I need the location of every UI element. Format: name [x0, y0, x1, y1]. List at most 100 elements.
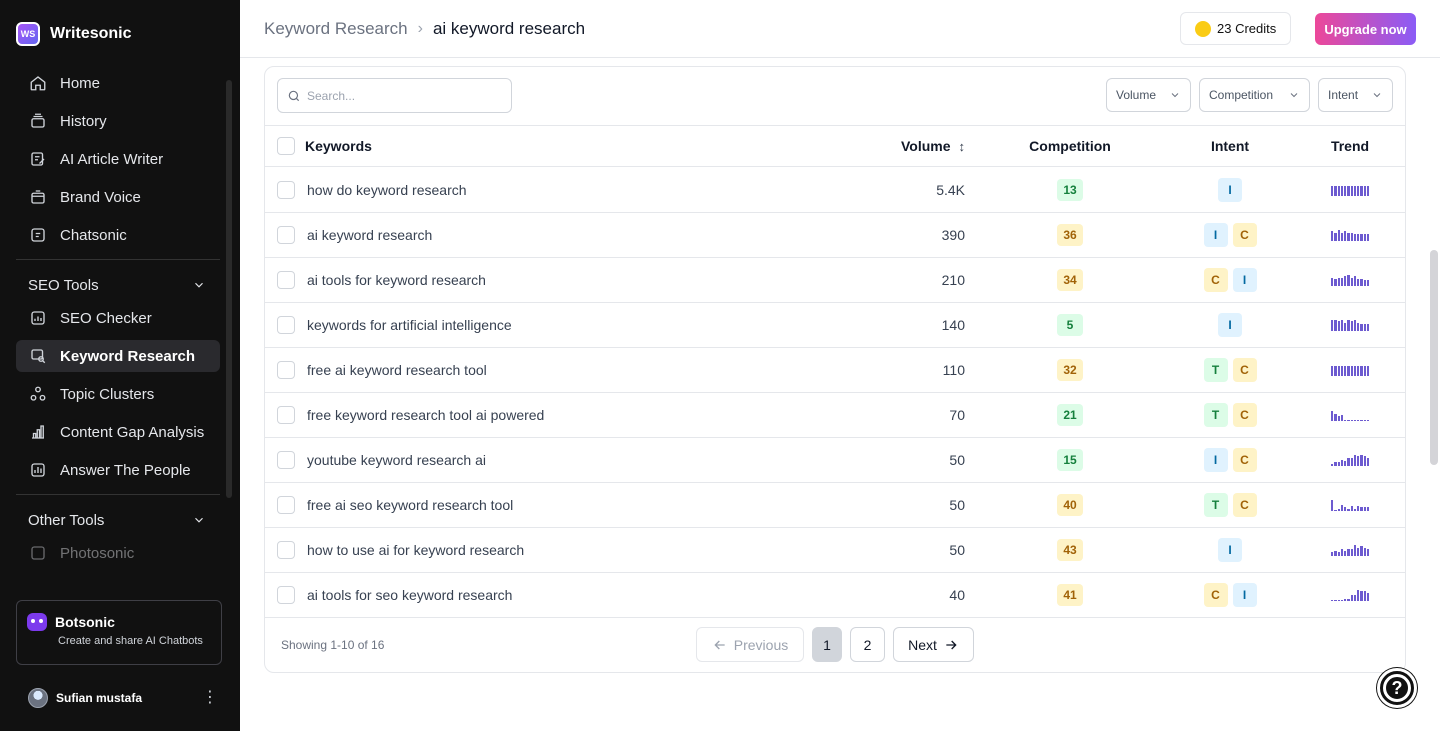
search-input[interactable]: [307, 88, 497, 103]
trend-bar: [1344, 186, 1347, 196]
keyword-cell[interactable]: free ai seo keyword research tool: [307, 483, 513, 527]
help-button[interactable]: ?: [1377, 668, 1417, 708]
coin-icon: [1195, 20, 1211, 37]
table-row[interactable]: youtube keyword research ai 50 15 IC: [265, 438, 1405, 483]
keyword-cell[interactable]: ai keyword research: [307, 213, 432, 257]
other-tools-section-toggle[interactable]: Other Tools: [16, 503, 220, 537]
table-row[interactable]: keywords for artificial intelligence 140…: [265, 303, 1405, 348]
sidebar-item-topic-clusters[interactable]: Topic Clusters: [16, 378, 220, 410]
intent-cell: I: [1180, 528, 1280, 572]
sidebar-item-photosonic[interactable]: Photosonic: [16, 537, 220, 569]
table-row[interactable]: how do keyword research 5.4K 13 I: [265, 168, 1405, 213]
table-header: Keywords Volume ↕ Competition Intent Tre…: [265, 125, 1405, 167]
page-1-button[interactable]: 1: [812, 627, 842, 662]
breadcrumb-parent[interactable]: Keyword Research: [264, 19, 408, 39]
volume-filter-dropdown[interactable]: Volume: [1106, 78, 1191, 112]
table-row[interactable]: free ai keyword research tool 110 32 TC: [265, 348, 1405, 393]
row-checkbox[interactable]: [277, 586, 295, 604]
sidebar-item-ai-article-writer[interactable]: AI Article Writer: [16, 143, 220, 175]
sidebar-item-answer-the-people[interactable]: Answer The People: [16, 454, 220, 486]
volume-cell: 110: [942, 362, 965, 378]
trend-sparkline: [1331, 274, 1369, 286]
next-page-button[interactable]: Next: [893, 627, 974, 662]
trend-bar: [1350, 595, 1353, 601]
competition-cell: 43: [1020, 528, 1120, 572]
intent-filter-dropdown[interactable]: Intent: [1318, 78, 1393, 112]
table-row[interactable]: ai keyword research 390 36 IC: [265, 213, 1405, 258]
top-header: Keyword Research › ai keyword research 2…: [240, 0, 1440, 58]
row-checkbox[interactable]: [277, 496, 295, 514]
competition-badge: 32: [1057, 359, 1083, 381]
table-row[interactable]: ai tools for seo keyword research 40 41 …: [265, 573, 1405, 618]
botsonic-card[interactable]: Botsonic Create and share AI Chatbots: [16, 600, 222, 665]
page-scrollbar[interactable]: [1430, 250, 1438, 465]
keyword-research-icon: [28, 346, 48, 366]
trend-bar: [1366, 186, 1369, 196]
chevron-down-icon: [1290, 93, 1298, 98]
row-checkbox[interactable]: [277, 541, 295, 559]
table-row[interactable]: free keyword research tool ai powered 70…: [265, 393, 1405, 438]
trend-bar: [1360, 366, 1363, 376]
trend-bar: [1357, 186, 1360, 196]
credits-button[interactable]: 23 Credits: [1180, 12, 1291, 45]
intent-badge: C: [1232, 358, 1257, 382]
seo-tools-section-toggle[interactable]: SEO Tools: [16, 268, 220, 302]
row-select-cell: [277, 213, 295, 257]
trend-bar: [1334, 599, 1337, 601]
sidebar-divider: [16, 259, 220, 260]
trend-cell: [1300, 348, 1400, 392]
trend-bar: [1357, 419, 1360, 421]
intent-cell: IC: [1180, 213, 1280, 257]
sidebar-item-keyword-research[interactable]: Keyword Research: [16, 340, 220, 372]
row-checkbox[interactable]: [277, 181, 295, 199]
chevron-down-icon: [195, 282, 203, 288]
keyword-cell[interactable]: how do keyword research: [307, 168, 467, 212]
topic-clusters-icon: [28, 384, 48, 404]
intent-cell: TC: [1180, 348, 1280, 392]
table-row[interactable]: how to use ai for keyword research 50 43…: [265, 528, 1405, 573]
keyword-cell[interactable]: youtube keyword research ai: [307, 438, 486, 482]
trend-bar: [1363, 507, 1366, 511]
sidebar-item-chatsonic[interactable]: Chatsonic: [16, 219, 220, 251]
keyword-cell[interactable]: free keyword research tool ai powered: [307, 393, 544, 437]
select-all-checkbox[interactable]: [277, 137, 295, 155]
sidebar-divider: [16, 494, 220, 495]
previous-page-button[interactable]: Previous: [696, 627, 804, 662]
table-row[interactable]: free ai seo keyword research tool 50 40 …: [265, 483, 1405, 528]
brand[interactable]: WS Writesonic: [16, 22, 132, 46]
table-row[interactable]: ai tools for keyword research 210 34 CI: [265, 258, 1405, 303]
answer-people-icon: [28, 460, 48, 480]
intent-badge: I: [1203, 448, 1228, 472]
sidebar-item-home[interactable]: Home: [16, 67, 220, 99]
competition-filter-dropdown[interactable]: Competition: [1199, 78, 1310, 112]
sidebar-item-label: Topic Clusters: [60, 385, 155, 403]
intent-badge: I: [1218, 538, 1242, 562]
keyword-cell[interactable]: keywords for artificial intelligence: [307, 303, 512, 347]
intent-badge: I: [1218, 178, 1242, 202]
sidebar-item-content-gap-analysis[interactable]: Content Gap Analysis: [16, 416, 220, 448]
keyword-cell[interactable]: free ai keyword research tool: [307, 348, 487, 392]
sidebar-item-history[interactable]: History: [16, 105, 220, 137]
row-checkbox[interactable]: [277, 406, 295, 424]
intent-badge: C: [1232, 223, 1257, 247]
row-checkbox[interactable]: [277, 451, 295, 469]
sidebar-item-seo-checker[interactable]: SEO Checker: [16, 302, 220, 334]
keyword-cell[interactable]: ai tools for seo keyword research: [307, 573, 512, 617]
upgrade-button[interactable]: Upgrade now: [1315, 13, 1416, 45]
row-checkbox[interactable]: [277, 316, 295, 334]
header-volume: Volume: [900, 138, 951, 154]
sidebar-item-brand-voice[interactable]: Brand Voice: [16, 181, 220, 213]
user-profile[interactable]: Sufian mustafa ⋮: [28, 688, 218, 708]
trend-bar: [1350, 419, 1353, 421]
more-options-icon[interactable]: ⋮: [202, 690, 218, 706]
row-checkbox[interactable]: [277, 361, 295, 379]
row-checkbox[interactable]: [277, 226, 295, 244]
keyword-cell[interactable]: ai tools for keyword research: [307, 258, 486, 302]
header-volume-sort[interactable]: Volume ↕: [825, 126, 965, 166]
page-2-button[interactable]: 2: [850, 627, 885, 662]
row-checkbox[interactable]: [277, 271, 295, 289]
intent-badge: C: [1203, 583, 1228, 607]
keyword-cell[interactable]: how to use ai for keyword research: [307, 528, 524, 572]
search-box[interactable]: [277, 78, 512, 113]
sidebar-scrollbar[interactable]: [226, 80, 232, 498]
